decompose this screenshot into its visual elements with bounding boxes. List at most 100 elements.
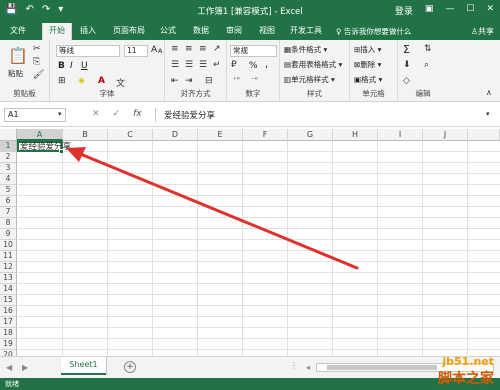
align-right-icon[interactable]: ☰ (199, 60, 207, 70)
cells-group-label: 单元格 (362, 89, 385, 98)
percent-button[interactable]: % (249, 61, 258, 71)
copy-icon[interactable]: ⎘ (33, 57, 40, 67)
number-format-combo[interactable]: 常规 (230, 45, 277, 57)
underline-button[interactable]: U (81, 61, 88, 71)
clipboard-group-label: 剪贴板 (13, 89, 36, 98)
ribbon-home: 📋 粘贴 ✂ ⎘ 🖌 剪贴板 等线 11 A A B I U ⊞ ◈ A 文 字… (0, 40, 500, 102)
currency-icon[interactable]: ₽ (231, 60, 237, 70)
name-box-dropdown-icon[interactable]: ▾ (58, 110, 62, 118)
tab-home[interactable]: 开始 (42, 23, 72, 40)
watermark: jb51.net 脚本之家 (438, 355, 494, 388)
ribbon-tabs: 文件 开始 插入 页面布局 公式 数据 审阅 视图 开发工具 ♀ 告诉我你想要做… (0, 22, 500, 40)
group-number: 常规 ₽ % , ⁺⁰ ⁻⁰ 数字 (227, 40, 280, 102)
watermark-brand: 脚本之家 (438, 371, 494, 387)
comma-button[interactable]: , (265, 59, 268, 70)
align-bottom-icon[interactable]: ≡ (199, 44, 207, 54)
tab-review[interactable]: 审阅 (226, 25, 242, 36)
conditional-formatting-button[interactable]: ▦条件格式 ▾ (284, 44, 327, 55)
next-sheet-icon[interactable]: ▶ (22, 363, 28, 372)
worksheet-grid[interactable]: A B C D E F G H I J 1 2 3 4 5 6 7 8 9 10… (0, 129, 500, 356)
tab-view[interactable]: 视图 (259, 25, 275, 36)
title-bar: 💾 ↶ ↷ ▾ 工作簿1 [兼容模式] - Excel 登录 ▣ — ☐ ✕ (0, 0, 500, 22)
shrink-font-button[interactable]: A (158, 47, 162, 55)
insert-cells-button[interactable]: ⊞插入 ▾ (354, 44, 381, 55)
wrap-text-icon[interactable]: ↵ (213, 60, 221, 70)
format-as-table-button[interactable]: ▤套用表格格式 ▾ (284, 59, 342, 70)
ribbon-display-options-icon[interactable]: ▣ (425, 4, 434, 17)
name-box[interactable]: A1 (4, 108, 66, 122)
maximize-button[interactable]: ☐ (466, 4, 474, 17)
alignment-group-label: 对齐方式 (180, 89, 211, 98)
sort-filter-icon[interactable]: ⇅ (424, 44, 432, 54)
cancel-icon[interactable]: ✕ (92, 109, 100, 119)
tab-splitter-icon[interactable]: ⋮ (290, 361, 298, 370)
status-bar: 就绪 (0, 378, 500, 390)
align-middle-icon[interactable]: ≡ (185, 44, 193, 54)
person-icon: ♙ (470, 27, 478, 36)
group-cells: ⊞插入 ▾ ⊠删除 ▾ ▣格式 ▾ 单元格 (350, 40, 398, 102)
paste-icon[interactable]: 📋 (8, 46, 28, 65)
cell-styles-button[interactable]: ▥单元格样式 ▾ (284, 74, 335, 85)
font-color-icon[interactable]: A (98, 76, 105, 86)
scrollbar-thumb[interactable] (327, 365, 437, 370)
styles-group-label: 样式 (307, 89, 322, 98)
group-editing: Σ ⇅ ⬇ ⌕ ◇ 编辑 (398, 40, 448, 102)
scroll-left-icon[interactable]: ◂ (306, 363, 310, 372)
group-alignment: ≡ ≡ ≡ ↗ ☰ ☰ ☰ ↵ ⇤ ⇥ ⊟ 对齐方式 (165, 40, 227, 102)
format-painter-icon[interactable]: 🖌 (33, 70, 44, 80)
cut-icon[interactable]: ✂ (33, 44, 41, 54)
formula-bar: A1 ▾ ✕ ✓ fx 爱经验爱分享 ▾ (0, 102, 500, 127)
fill-icon[interactable]: ⬇ (403, 60, 411, 70)
fill-color-icon[interactable]: ◈ (78, 76, 85, 86)
find-select-icon[interactable]: ⌕ (424, 60, 429, 70)
italic-button[interactable]: I (70, 61, 73, 71)
editing-group-label: 编辑 (415, 89, 431, 98)
grow-font-button[interactable]: A (151, 45, 157, 55)
watermark-url: jb51.net (442, 355, 494, 368)
login-link[interactable]: 登录 (395, 4, 413, 17)
group-styles: ▦条件格式 ▾ ▤套用表格格式 ▾ ▥单元格样式 ▾ 样式 (280, 40, 350, 102)
borders-icon[interactable]: ⊞ (58, 76, 66, 86)
lightbulb-icon: ♀ (336, 27, 344, 36)
close-button[interactable]: ✕ (486, 4, 494, 17)
tab-page-layout[interactable]: 页面布局 (113, 25, 145, 36)
add-sheet-button[interactable]: + (124, 361, 136, 373)
tab-formulas[interactable]: 公式 (160, 25, 176, 36)
bold-button[interactable]: B (58, 61, 65, 71)
autosum-button[interactable]: Σ (403, 43, 410, 56)
tab-data[interactable]: 数据 (193, 25, 209, 36)
enter-icon[interactable]: ✓ (113, 109, 121, 119)
decrease-indent-icon[interactable]: ⇤ (171, 76, 179, 86)
annotation-arrow (66, 147, 359, 270)
minimize-button[interactable]: — (445, 4, 454, 17)
format-cells-button[interactable]: ▣格式 ▾ (354, 74, 382, 85)
decrease-decimal-icon[interactable]: ⁻⁰ (251, 76, 258, 84)
align-top-icon[interactable]: ≡ (171, 44, 179, 54)
font-size-combo[interactable]: 11 (124, 45, 148, 57)
paste-label[interactable]: 粘贴 (8, 68, 23, 79)
share-button[interactable]: ♙共享 (471, 26, 494, 37)
font-name-combo[interactable]: 等线 (56, 45, 120, 57)
formula-input[interactable]: 爱经验爱分享 (155, 108, 495, 122)
orientation-icon[interactable]: ↗ (213, 44, 221, 54)
group-font: 等线 11 A A B I U ⊞ ◈ A 文 字体 (50, 40, 165, 102)
increase-indent-icon[interactable]: ⇥ (185, 76, 193, 86)
prev-sheet-icon[interactable]: ◀ (6, 363, 12, 372)
increase-decimal-icon[interactable]: ⁺⁰ (233, 76, 240, 84)
tab-insert[interactable]: 插入 (80, 25, 96, 36)
tab-file[interactable]: 文件 (10, 25, 26, 36)
delete-cells-button[interactable]: ⊠删除 ▾ (354, 59, 381, 70)
insert-function-button[interactable]: fx (133, 109, 142, 119)
align-center-icon[interactable]: ☰ (185, 60, 193, 70)
expand-formula-bar-icon[interactable]: ▾ (486, 110, 490, 118)
tab-developer[interactable]: 开发工具 (290, 25, 322, 36)
clear-icon[interactable]: ◇ (403, 76, 410, 86)
sheet-tab-bar: ◀ ▶ Sheet1 + ⋮ ◂ (0, 356, 500, 378)
sheet-tab-sheet1[interactable]: Sheet1 (61, 357, 106, 375)
group-clipboard: 📋 粘贴 ✂ ⎘ 🖌 剪贴板 (0, 40, 50, 102)
collapse-ribbon-icon[interactable]: ∧ (486, 88, 492, 97)
merge-center-icon[interactable]: ⊟ (205, 76, 213, 86)
align-left-icon[interactable]: ☰ (171, 60, 179, 70)
tell-me-search[interactable]: ♀ 告诉我你想要做什么 (336, 26, 411, 37)
font-group-label: 字体 (99, 89, 115, 98)
